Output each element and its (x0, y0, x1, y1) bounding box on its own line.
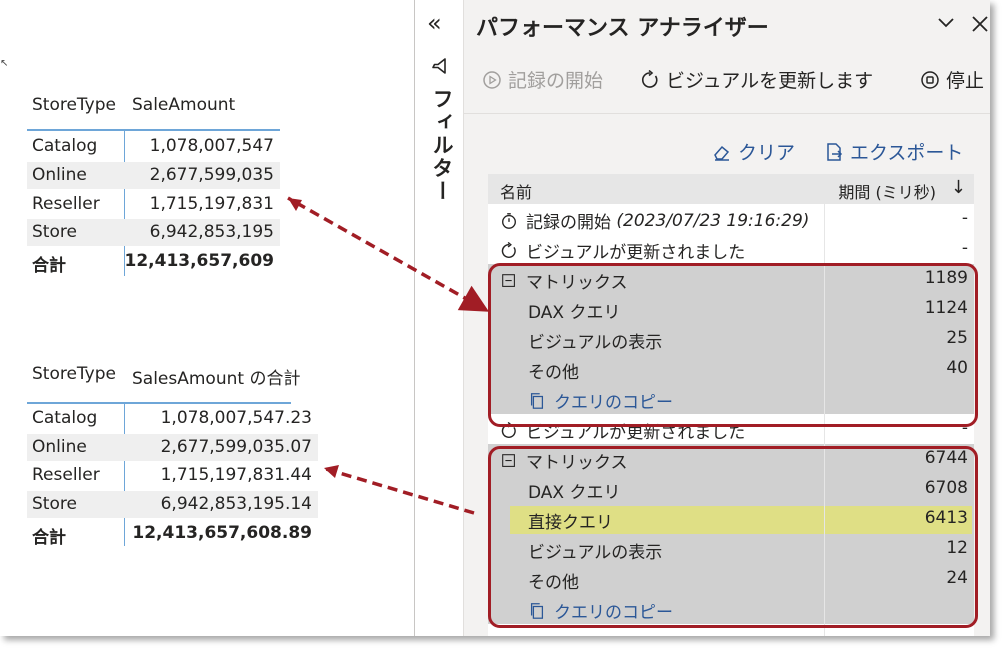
callout-box-directquery (488, 446, 978, 628)
row-label: Store (32, 222, 77, 242)
row-label: Catalog (32, 408, 98, 428)
log-row[interactable]: 記録の開始 (2023/07/23 19:16:29) - (488, 204, 974, 234)
stopwatch-icon (502, 212, 516, 229)
row-value: 6,942,853,195 (149, 222, 274, 242)
total-row: 合計 12,413,657,608.89 (27, 520, 318, 548)
pane-title: パフォーマンス アナライザー (476, 16, 769, 41)
column-header-saleamount[interactable]: SaleAmount (132, 95, 235, 115)
row-value: 1,715,197,831 (149, 194, 274, 214)
log-row-label: 記録の開始 (526, 213, 611, 233)
refresh-icon (501, 241, 516, 258)
column-header-storetype[interactable]: StoreType (32, 364, 116, 384)
column-header-duration[interactable]: 期間 (ミリ秒) (838, 179, 936, 203)
table-row: Reseller 1,715,197,831 (27, 191, 280, 218)
row-label: Online (32, 165, 87, 185)
log-row[interactable]: ビジュアルが更新されました - (488, 234, 974, 264)
screenshot-frame: ↖ StoreType SaleAmount Catalog 1,078,007… (0, 0, 990, 636)
column-header-name[interactable]: 名前 (500, 179, 532, 203)
column-header-salesamount-sum[interactable]: SalesAmount の合計 (132, 364, 300, 389)
log-row-timestamp: (2023/07/23 19:16:29) (616, 210, 810, 231)
clear-label: クリア (738, 142, 796, 164)
toolbar-separator (464, 113, 990, 114)
table-row: Online 2,677,599,035.07 (27, 434, 318, 461)
start-recording-button[interactable]: 記録の開始 (482, 66, 603, 93)
refresh-icon (642, 69, 658, 88)
stop-button[interactable]: 停止 (920, 66, 984, 93)
export-button[interactable]: エクスポート (824, 138, 963, 165)
refresh-visuals-label: ビジュアルを更新します (666, 70, 874, 92)
callout-box-import (488, 263, 978, 427)
row-label: Online (32, 437, 87, 457)
total-value: 12,413,657,608.89 (132, 523, 312, 543)
row-label: Reseller (32, 194, 100, 214)
row-value: 1,078,007,547.23 (160, 408, 312, 428)
collapse-chevron-icon[interactable]: « (427, 9, 442, 37)
refresh-visuals-button[interactable]: ビジュアルを更新します (640, 66, 873, 93)
export-label: エクスポート (850, 142, 964, 164)
grid-header: 名前 期間 (ミリ秒) ↓ (488, 174, 974, 204)
export-icon (827, 142, 843, 161)
start-recording-label: 記録の開始 (508, 70, 604, 92)
table-row: Store 6,942,853,195.14 (27, 491, 318, 518)
stop-circle-icon (921, 70, 939, 89)
row-value: 2,677,599,035.07 (160, 437, 312, 457)
table-row: Reseller 1,715,197,831.44 (27, 462, 318, 489)
matrix-visual-1[interactable]: StoreType SaleAmount Catalog 1,078,007,5… (27, 95, 280, 280)
row-label: Reseller (32, 465, 100, 485)
log-row-label: ビジュアルが更新されました (526, 243, 746, 263)
row-value: 2,677,599,035 (149, 165, 274, 185)
table-row: Store 6,942,853,195 (27, 219, 280, 246)
filter-pane-label[interactable]: フィルター (427, 88, 457, 203)
stop-label: 停止 (946, 70, 985, 92)
total-label: 合計 (32, 256, 66, 276)
eraser-icon (714, 145, 730, 161)
clear-button[interactable]: クリア (712, 138, 795, 165)
log-row-duration: - (961, 238, 968, 258)
header-rule (27, 402, 291, 404)
table-row: Catalog 1,078,007,547.23 (27, 405, 318, 432)
total-value: 12,413,657,609 (124, 251, 275, 271)
row-value: 1,078,007,547 (149, 136, 274, 156)
report-canvas: ↖ StoreType SaleAmount Catalog 1,078,007… (0, 0, 414, 636)
row-label: Store (32, 494, 77, 514)
total-label: 合計 (32, 528, 66, 548)
header-rule (27, 129, 280, 131)
table-row: Catalog 1,078,007,547 (27, 133, 280, 160)
filter-icon (432, 58, 446, 74)
row-value: 6,942,853,195.14 (160, 494, 312, 514)
table-row: Online 2,677,599,035 (27, 162, 280, 189)
row-value: 1,715,197,831.44 (160, 465, 312, 485)
chevron-down-icon[interactable] (936, 12, 956, 37)
row-label: Catalog (32, 136, 98, 156)
total-row: 合計 12,413,657,609 (27, 248, 280, 276)
sort-arrow-icon[interactable]: ↓ (951, 177, 966, 198)
matrix-visual-2[interactable]: StoreType SalesAmount の合計 Catalog 1,078,… (27, 364, 318, 550)
play-circle-icon (483, 70, 501, 89)
column-header-storetype[interactable]: StoreType (32, 95, 116, 115)
filter-pane-collapsed[interactable]: « フィルター (415, 0, 464, 636)
cursor-mark: ↖ (0, 58, 9, 69)
close-icon[interactable] (970, 8, 990, 40)
log-row-duration: - (961, 208, 968, 228)
